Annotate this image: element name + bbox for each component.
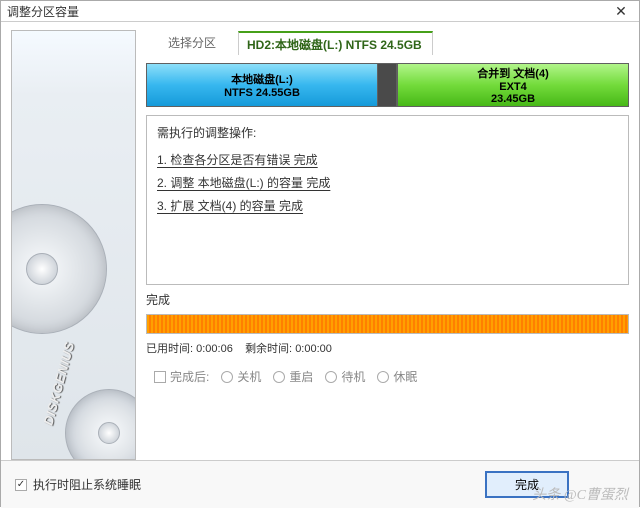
step-item: 1. 检查各分区是否有错误 完成 bbox=[157, 151, 618, 168]
block-sleep-checkbox[interactable]: ✓ 执行时阻止系统睡眠 bbox=[15, 476, 141, 493]
radio-icon bbox=[325, 371, 337, 383]
partition-block-target[interactable]: 合并到 文档(4) EXT4 23.45GB bbox=[397, 64, 628, 106]
tab-active-partition[interactable]: HD2:本地磁盘(L:) NTFS 24.5GB bbox=[238, 31, 433, 55]
step-item: 2. 调整 本地磁盘(L:) 的容量 完成 bbox=[157, 174, 618, 191]
disk-platter-icon bbox=[65, 389, 136, 460]
window: 调整分区容量 ✕ DISKGENIUS 选择分区 HD2:本地磁盘(L:) NT… bbox=[0, 0, 640, 507]
time-row: 已用时间: 0:00:06 剩余时间: 0:00:00 bbox=[146, 340, 629, 356]
partition-block-source[interactable]: 本地磁盘(L:) NTFS 24.55GB bbox=[147, 64, 377, 106]
after-finish-checkbox[interactable]: 完成后: bbox=[154, 368, 209, 385]
after-options-row: 完成后: 关机 重启 待机 bbox=[146, 368, 629, 385]
partition-size: 23.45GB bbox=[491, 93, 535, 105]
step-item: 3. 扩展 文档(4) 的容量 完成 bbox=[157, 197, 618, 214]
option-standby[interactable]: 待机 bbox=[325, 368, 365, 385]
radio-icon bbox=[273, 371, 285, 383]
radio-icon bbox=[377, 371, 389, 383]
checkbox-icon: ✓ bbox=[15, 479, 27, 491]
window-title: 调整分区容量 bbox=[7, 3, 79, 20]
option-sleep[interactable]: 休眠 bbox=[377, 368, 417, 385]
elapsed-value: 0:00:06 bbox=[196, 343, 233, 355]
close-button[interactable]: ✕ bbox=[609, 1, 633, 21]
body: DISKGENIUS 选择分区 HD2:本地磁盘(L:) NTFS 24.5GB… bbox=[1, 22, 639, 460]
status-label: 完成 bbox=[146, 291, 629, 308]
titlebar: 调整分区容量 ✕ bbox=[1, 1, 639, 22]
partition-title: 合并到 文档(4) bbox=[477, 65, 549, 81]
partition-fs: EXT4 bbox=[499, 81, 527, 93]
steps-box: 需执行的调整操作: 1. 检查各分区是否有错误 完成 2. 调整 本地磁盘(L:… bbox=[146, 115, 629, 285]
left-panel: DISKGENIUS bbox=[11, 30, 136, 460]
option-reboot[interactable]: 重启 bbox=[273, 368, 313, 385]
partition-gap bbox=[377, 64, 397, 106]
progress-bar bbox=[146, 314, 629, 334]
watermark-label: 头条 @C曹蛋烈 bbox=[532, 484, 628, 504]
elapsed-label: 已用时间: bbox=[146, 343, 193, 355]
remain-label: 剩余时间: bbox=[245, 343, 292, 355]
tab-bar: 选择分区 HD2:本地磁盘(L:) NTFS 24.5GB bbox=[146, 30, 629, 54]
checkbox-icon bbox=[154, 371, 166, 383]
disk-platter-icon bbox=[11, 204, 107, 334]
remain-value: 0:00:00 bbox=[295, 343, 332, 355]
partition-bar: 本地磁盘(L:) NTFS 24.55GB 合并到 文档(4) EXT4 23.… bbox=[146, 63, 629, 107]
tab-select-partition[interactable]: 选择分区 bbox=[146, 30, 238, 54]
option-shutdown[interactable]: 关机 bbox=[221, 368, 261, 385]
disk-graphic: DISKGENIUS bbox=[12, 159, 135, 459]
after-label: 完成后: bbox=[170, 368, 209, 385]
radio-icon bbox=[221, 371, 233, 383]
footer-left: ✓ 执行时阻止系统睡眠 bbox=[15, 476, 141, 493]
tab-pane: 本地磁盘(L:) NTFS 24.55GB 合并到 文档(4) EXT4 23.… bbox=[146, 53, 629, 460]
block-sleep-label: 执行时阻止系统睡眠 bbox=[33, 476, 141, 493]
partition-subtitle: NTFS 24.55GB bbox=[224, 87, 300, 99]
steps-title: 需执行的调整操作: bbox=[157, 124, 618, 141]
right-panel: 选择分区 HD2:本地磁盘(L:) NTFS 24.5GB 本地磁盘(L:) N… bbox=[146, 30, 629, 460]
partition-title: 本地磁盘(L:) bbox=[231, 71, 293, 87]
